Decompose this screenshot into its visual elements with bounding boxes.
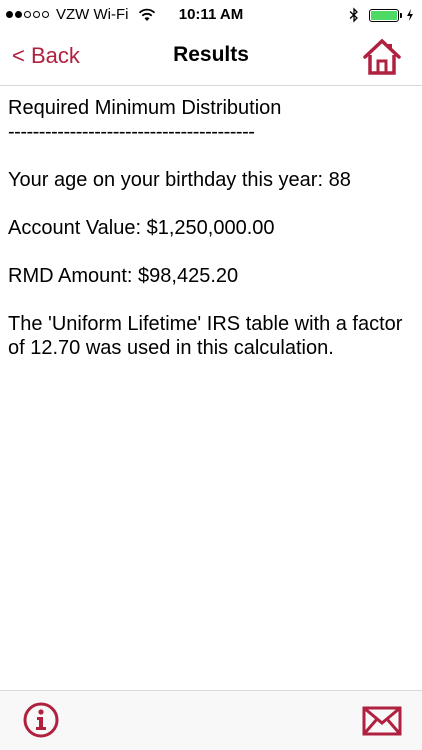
account-value-line: Account Value: $1,250,000.00 bbox=[8, 217, 275, 239]
mail-button[interactable] bbox=[362, 706, 402, 736]
page-title: Results bbox=[173, 43, 249, 66]
status-right bbox=[349, 7, 414, 23]
status-bar: VZW Wi-Fi 10:11 AM bbox=[0, 0, 422, 30]
bottom-toolbar bbox=[0, 690, 422, 750]
rmd-amount-line: RMD Amount: $98,425.20 bbox=[8, 265, 239, 287]
mail-icon bbox=[362, 706, 402, 736]
table-note: The 'Uniform Lifetime' IRS table with a … bbox=[8, 313, 403, 359]
battery-tip bbox=[400, 12, 402, 18]
home-button[interactable] bbox=[362, 38, 402, 76]
info-icon bbox=[23, 702, 59, 738]
home-icon bbox=[363, 38, 401, 75]
heading-divider: ---------------------------------------- bbox=[8, 121, 255, 143]
info-button[interactable] bbox=[22, 701, 60, 739]
charging-icon bbox=[407, 9, 413, 21]
results-heading: Required Minimum Distribution bbox=[8, 97, 282, 119]
navigation-bar: < Back Results bbox=[0, 30, 422, 86]
battery-fill bbox=[371, 10, 397, 20]
results-content: Required Minimum Distribution ----------… bbox=[8, 96, 414, 360]
bluetooth-icon bbox=[349, 7, 358, 23]
age-line: Your age on your birthday this year: 88 bbox=[8, 169, 351, 191]
battery-body bbox=[369, 8, 399, 22]
battery-icon bbox=[369, 8, 414, 22]
